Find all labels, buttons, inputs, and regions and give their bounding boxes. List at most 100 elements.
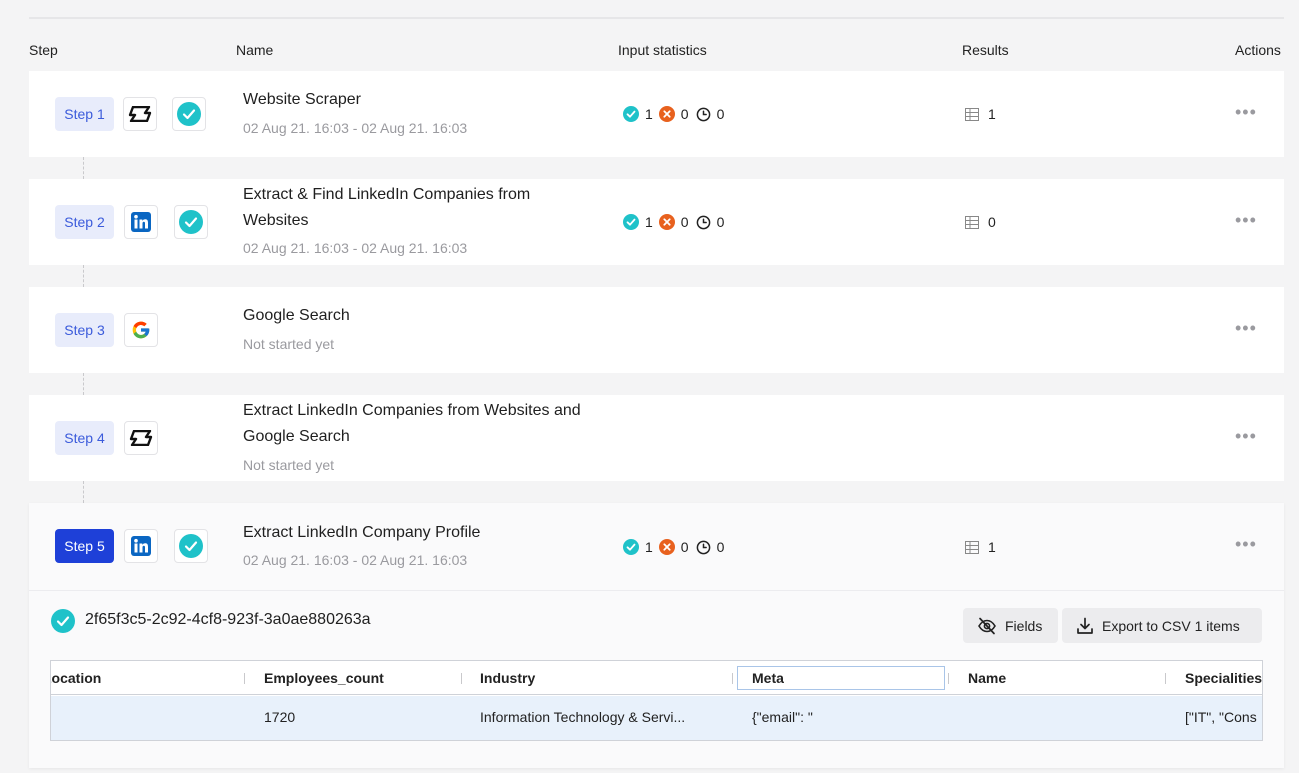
column-resize-handle[interactable] [1165, 673, 1166, 684]
fields-button[interactable]: Fields [963, 608, 1058, 643]
step-title: Website Scraper [243, 91, 361, 108]
column-resize-handle[interactable] [244, 673, 245, 684]
results-count: 1 [988, 539, 996, 555]
results-cell[interactable]: 1 [965, 106, 996, 122]
table-icon [965, 540, 979, 554]
step-title: Extract LinkedIn Company Profile [243, 524, 481, 541]
table-icon [965, 107, 979, 121]
step-timestamp: 02 Aug 21. 16:03 - 02 Aug 21. 16:03 [243, 552, 468, 568]
top-divider [29, 17, 1284, 19]
step-badge[interactable]: Step 2 [55, 205, 114, 239]
more-actions-icon[interactable]: ••• [1235, 102, 1257, 123]
input-stats: 1 0 0 [623, 539, 724, 555]
step-title: Google Search [243, 307, 350, 324]
input-stats: 1 0 0 [623, 214, 724, 230]
step-badge-active[interactable]: Step 5 [55, 529, 114, 563]
more-actions-icon[interactable]: ••• [1235, 426, 1257, 447]
table-header: Location Employees_count Industry Meta N… [51, 661, 1262, 695]
cell-employees-count[interactable]: 1720 [264, 709, 295, 725]
header-input-statistics: Input statistics [618, 42, 707, 58]
export-csv-button-label: Export to CSV 1 items [1102, 617, 1240, 634]
header-actions: Actions [1235, 42, 1281, 58]
column-header-employees-count[interactable]: Employees_count [264, 670, 384, 686]
run-id: 2f65f3c5-2c92-4cf8-923f-3a0ae880263a [85, 611, 371, 628]
success-icon [623, 539, 639, 555]
success-count: 1 [645, 106, 653, 122]
error-icon [658, 214, 675, 230]
pending-count: 0 [716, 214, 725, 230]
more-actions-icon[interactable]: ••• [1235, 210, 1257, 231]
column-header-location[interactable]: Location [51, 670, 101, 686]
column-header-name[interactable]: Name [968, 670, 1006, 686]
error-icon [658, 539, 675, 555]
detail-divider [29, 590, 1284, 591]
input-stats: 1 0 0 [623, 106, 724, 122]
step-connector [83, 481, 84, 503]
more-actions-icon[interactable]: ••• [1235, 534, 1257, 555]
more-actions-icon[interactable]: ••• [1235, 318, 1257, 339]
results-cell[interactable]: 1 [965, 539, 996, 555]
fields-button-label: Fields [1005, 617, 1043, 634]
error-count: 0 [680, 106, 689, 122]
step-row-3[interactable] [29, 287, 1284, 373]
results-cell[interactable]: 0 [965, 214, 996, 230]
download-icon [1077, 617, 1093, 634]
error-count: 0 [680, 539, 689, 555]
column-header-specialities[interactable]: Specialities [1185, 670, 1262, 686]
eye-off-icon [978, 617, 996, 634]
header-step: Step [29, 42, 58, 58]
step-connector [83, 373, 84, 395]
success-count: 1 [645, 214, 653, 230]
error-count: 0 [680, 214, 689, 230]
step-row-4[interactable] [29, 395, 1284, 481]
step-title-line-2: Websites [243, 212, 309, 229]
header-name: Name [236, 42, 274, 58]
google-logo-icon [124, 313, 158, 347]
clock-icon [696, 540, 710, 554]
check-circle-icon [172, 97, 206, 131]
column-header-meta[interactable]: Meta [752, 670, 784, 686]
success-count: 1 [645, 539, 653, 555]
step-title-line-2: Google Search [243, 428, 350, 445]
step-title-line-1: Extract LinkedIn Companies from Websites… [243, 402, 581, 419]
column-resize-handle[interactable] [732, 673, 733, 684]
clock-icon [696, 107, 710, 121]
step-title-line-1: Extract & Find LinkedIn Companies from [243, 186, 531, 203]
phantom-logo-icon [123, 97, 157, 131]
column-header-industry[interactable]: Industry [480, 670, 535, 686]
step-status: Not started yet [243, 457, 335, 473]
table-icon [965, 215, 979, 229]
cell-industry[interactable]: Information Technology & Servi... [480, 709, 685, 725]
phantom-logo-icon [124, 421, 158, 455]
clock-icon [696, 215, 710, 229]
linkedin-logo-icon [124, 205, 158, 239]
results-table: Location Employees_count Industry Meta N… [50, 660, 1263, 741]
export-csv-button[interactable]: Export to CSV 1 items [1062, 608, 1262, 643]
column-resize-handle[interactable] [948, 673, 949, 684]
step-badge[interactable]: Step 1 [55, 97, 114, 131]
error-icon [658, 106, 675, 122]
results-count: 0 [988, 214, 996, 230]
table-row[interactable]: 1720 Information Technology & Servi... {… [51, 696, 1262, 740]
results-count: 1 [988, 106, 996, 122]
step-badge[interactable]: Step 4 [55, 421, 114, 455]
success-icon [623, 214, 639, 230]
run-success-icon [51, 609, 75, 633]
step-connector [83, 265, 84, 287]
cell-specialities[interactable]: ["IT", "Cons [1185, 709, 1257, 725]
step-timestamp: 02 Aug 21. 16:03 - 02 Aug 21. 16:03 [243, 240, 468, 256]
workflow-steps-page: Step Name Input statistics Results Actio… [0, 0, 1299, 773]
pending-count: 0 [716, 106, 725, 122]
linkedin-logo-icon [124, 529, 158, 563]
header-results: Results [962, 42, 1009, 58]
pending-count: 0 [716, 539, 725, 555]
success-icon [623, 106, 639, 122]
step-badge[interactable]: Step 3 [55, 313, 114, 347]
step-timestamp: 02 Aug 21. 16:03 - 02 Aug 21. 16:03 [243, 120, 468, 136]
check-circle-icon [174, 529, 208, 563]
step-connector [83, 157, 84, 179]
check-circle-icon [174, 205, 208, 239]
column-resize-handle[interactable] [461, 673, 462, 684]
cell-meta[interactable]: {"email": " [752, 709, 813, 725]
step-status: Not started yet [243, 336, 335, 352]
